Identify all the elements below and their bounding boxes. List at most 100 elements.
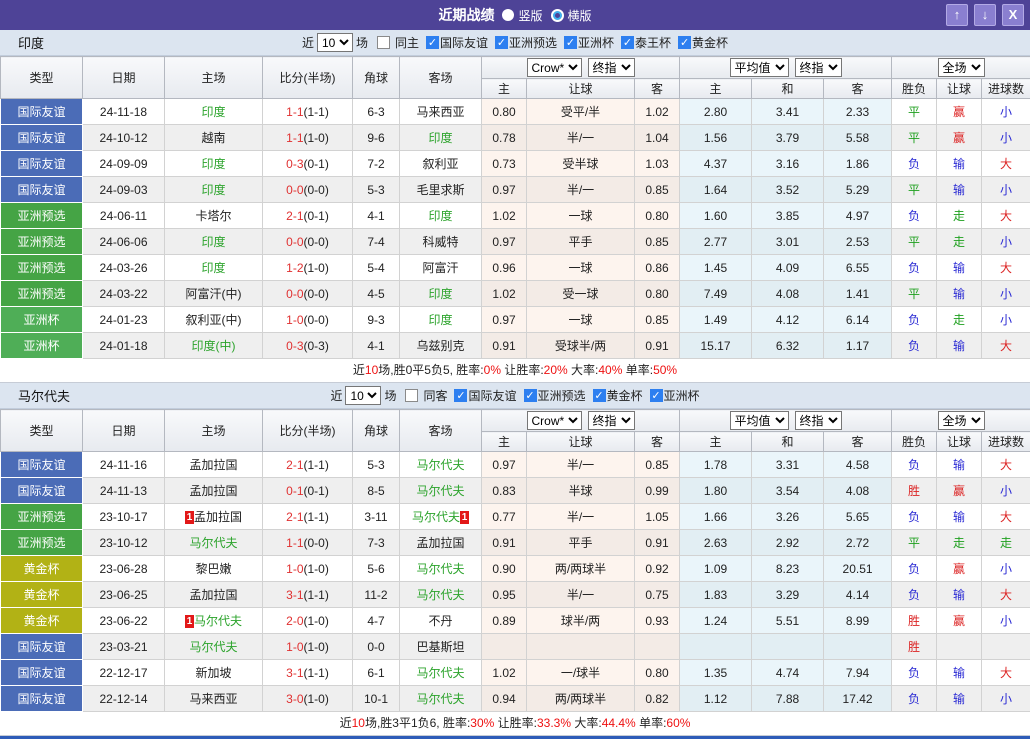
score: 3-0(1-0) [263,686,353,712]
league-filter-checkbox[interactable]: ✓ [564,36,577,49]
same-venue-checkbox[interactable] [377,36,390,49]
table-row: 亚洲预选24-06-11卡塔尔2-1(0-1)4-1印度1.02一球0.801.… [1,203,1030,229]
result-outcome: 负 [892,556,937,582]
handicap-odds-away: 1.02 [635,99,680,125]
fulltime-select[interactable]: 全场 [938,58,985,77]
league-filter-checkbox[interactable]: ✓ [650,389,663,402]
home-team-name: 孟加拉国 [194,510,242,524]
final-odds-select[interactable]: 终指 [588,411,635,430]
fulltime-score: 1-1 [286,131,303,145]
result-goals: 小 [982,99,1030,125]
match-date: 23-10-17 [83,504,165,530]
fulltime-score: 2-1 [286,209,303,223]
match-date: 24-09-09 [83,151,165,177]
type-badge: 亚洲预选 [1,255,83,281]
away-team: 印度 [400,125,482,151]
avg-odds-away: 6.14 [824,307,892,333]
final-odds-select-2[interactable]: 终指 [795,411,842,430]
score: 0-0(0-0) [263,281,353,307]
layout-radio-horizontal[interactable]: 横版 [551,7,592,24]
sub-column-header: 让球 [937,79,982,99]
result-handicap: 输 [937,281,982,307]
scroll-up-button[interactable]: ↑ [946,4,968,26]
league-filter-label: 黄金杯 [692,34,728,51]
league-filter-checkbox[interactable]: ✓ [678,36,691,49]
odds-company-select[interactable]: Crow* [527,58,582,77]
recent-count-select[interactable]: 10 [345,386,381,405]
handicap-odds-home: 0.89 [482,608,527,634]
match-date: 23-06-28 [83,556,165,582]
avg-odds-home: 2.63 [680,530,752,556]
result-goals: 小 [982,307,1030,333]
match-date: 23-03-21 [83,634,165,660]
score: 2-0(1-0) [263,608,353,634]
home-team: 黎巴嫩 [165,556,263,582]
result-handicap: 输 [937,452,982,478]
avg-odds-draw: 3.26 [752,504,824,530]
score: 1-0(1-0) [263,634,353,660]
result-goals [982,634,1030,660]
radio-unselected-icon[interactable] [551,9,564,22]
league-filter-item: ✓国际友谊 [450,387,516,404]
final-odds-select-2[interactable]: 终指 [795,58,842,77]
type-badge: 国际友谊 [1,125,83,151]
handicap-odds-home: 0.77 [482,504,527,530]
final-odds-select[interactable]: 终指 [588,58,635,77]
league-filter-label: 亚洲杯 [664,387,700,404]
average-select[interactable]: 平均值 [730,411,789,430]
scroll-down-button[interactable]: ↓ [974,4,996,26]
odds-company-select[interactable]: Crow* [527,411,582,430]
result-goals: 大 [982,151,1030,177]
league-filter-checkbox[interactable]: ✓ [593,389,606,402]
league-filter-checkbox[interactable]: ✓ [621,36,634,49]
avg-odds-home: 1.49 [680,307,752,333]
match-date: 24-06-11 [83,203,165,229]
home-team: 马来西亚 [165,686,263,712]
league-filter-checkbox[interactable]: ✓ [454,389,467,402]
score: 2-1(1-1) [263,452,353,478]
league-filter-checkbox[interactable]: ✓ [495,36,508,49]
corner-score: 5-3 [353,177,400,203]
result-goals: 走 [982,530,1030,556]
close-button[interactable]: X [1002,4,1024,26]
handicap-line: 一球 [527,307,635,333]
corner-score: 7-3 [353,530,400,556]
league-filter-checkbox[interactable]: ✓ [524,389,537,402]
radio-selected-icon[interactable] [502,9,514,21]
away-team: 叙利亚 [400,151,482,177]
avg-odds-home: 1.83 [680,582,752,608]
average-select[interactable]: 平均值 [730,58,789,77]
avg-odds-draw: 3.29 [752,582,824,608]
sub-column-header: 主 [680,432,752,452]
summary-segment: 近 [340,716,352,730]
summary-segment: 近 [353,363,365,377]
result-handicap: 输 [937,660,982,686]
corner-score: 6-3 [353,99,400,125]
same-venue-checkbox[interactable] [405,389,418,402]
score: 1-1(1-1) [263,99,353,125]
avg-odds-away: 8.99 [824,608,892,634]
corner-score: 4-1 [353,333,400,359]
layout-radio-vertical[interactable]: 竖版 [502,7,542,24]
avg-odds-home: 1.60 [680,203,752,229]
result-goals: 大 [982,582,1030,608]
result-outcome: 平 [892,229,937,255]
league-filter-checkbox[interactable]: ✓ [426,36,439,49]
avg-odds-home: 1.56 [680,125,752,151]
fulltime-select[interactable]: 全场 [938,411,985,430]
league-filter-label: 亚洲预选 [509,34,557,51]
fulltime-score: 2-0 [286,614,303,628]
summary-segment: 让胜率: [501,363,544,377]
result-group-header: 全场 [892,410,1030,432]
summary-segment: 40% [598,363,622,377]
summary-segment: 大率: [568,363,599,377]
handicap-line: 受平/半 [527,99,635,125]
avg-odds-home: 1.78 [680,452,752,478]
league-filter-item: ✓黄金杯 [674,34,728,51]
result-outcome: 平 [892,281,937,307]
handicap-odds-home: 0.97 [482,452,527,478]
recent-count-select[interactable]: 10 [317,33,353,52]
column-header: 日期 [83,57,165,99]
score: 0-0(0-0) [263,177,353,203]
home-team: 叙利亚(中) [165,307,263,333]
